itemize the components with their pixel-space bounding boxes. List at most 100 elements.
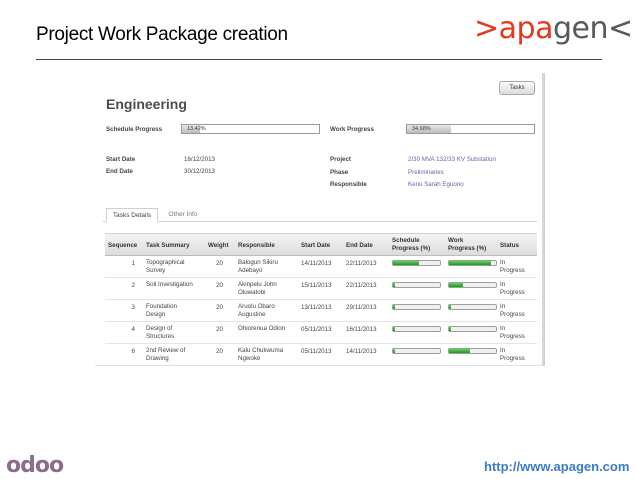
schedule-progress-cell	[392, 304, 441, 310]
col-status[interactable]: Status	[500, 242, 519, 250]
work-package-form: Tasks Engineering Schedule Progress 13.4…	[95, 73, 545, 366]
cell-responsible-line1: Ohiorenua Odion	[238, 325, 286, 332]
cell-status-line2: Progress	[500, 267, 525, 274]
schedule-progress-label: Schedule Progress	[106, 126, 163, 133]
cell-weight: 20	[216, 304, 223, 311]
cell-start-date: 05/11/2013	[301, 348, 332, 355]
cell-task-line1: Foundation	[146, 303, 177, 310]
work-progress-label: Work Progress	[330, 126, 374, 133]
cell-status-line2: Progress	[500, 333, 525, 340]
cell-task-line1: 2nd Review of	[146, 347, 186, 354]
cell-start-date: 15/11/2013	[301, 282, 332, 289]
schedule-progress-cell-fill	[393, 327, 395, 331]
cell-status-line1: In	[500, 347, 506, 354]
table-row[interactable]: 3 Foundation Design 20 Aruolu Obaro Augustine…	[105, 300, 537, 322]
cell-task-line1: Topographical	[146, 259, 185, 266]
col-sequence[interactable]: Sequence	[108, 242, 137, 250]
cell-responsible-line2: Augustine	[238, 311, 266, 318]
apagen-logo: >apagen<	[474, 11, 633, 46]
cell-task-line2: Drawing	[146, 355, 169, 362]
table-header: Sequence Task Summary Weight Responsible…	[105, 233, 537, 256]
cell-responsible-line1: Akinpelu John	[238, 281, 277, 288]
footer-url[interactable]: http://www.apagen.com	[484, 459, 629, 474]
cell-end-date: 16/11/2013	[346, 326, 377, 333]
schedule-progress-cell-fill	[393, 305, 396, 309]
work-progress-cell-fill	[449, 261, 492, 265]
cell-responsible-line2: Ngwoke	[238, 355, 261, 362]
cell-responsible-line1: Balogun Sikiru	[238, 259, 278, 266]
cell-end-date: 14/11/2013	[346, 348, 377, 355]
responsible-label: Responsible	[330, 181, 367, 188]
table-row[interactable]: 6 2nd Review of Drawing 20 Kalu Chukwuma Ngwo…	[105, 344, 537, 365]
tab-other-info[interactable]: Other Info	[164, 208, 202, 222]
cell-status-line1: In	[500, 281, 506, 288]
cell-sequence: 6	[131, 348, 135, 355]
schedule-progress-cell-fill	[393, 283, 396, 287]
cell-end-date: 29/11/2013	[346, 304, 377, 311]
col-schedule-line1: Schedule	[392, 237, 420, 244]
phase-label: Phase	[330, 169, 349, 176]
cell-status-line2: Progress	[500, 289, 525, 296]
col-weight[interactable]: Weight	[208, 242, 229, 250]
cell-task-line2: Survey	[146, 267, 166, 274]
brand-part-1: >apa	[474, 11, 553, 46]
col-work-progress[interactable]: Work Progress (%)	[448, 237, 486, 252]
end-date-label: End Date	[106, 168, 133, 175]
work-progress-cell-fill	[449, 349, 471, 353]
table-row[interactable]: 2 Soil Investigation 20 Akinpelu John Oluwat…	[105, 278, 537, 300]
cell-start-date: 14/11/2013	[301, 260, 332, 267]
cell-task-line1: Soil Investigation	[146, 281, 193, 288]
project-link[interactable]: 2/30 MVA 132/33 KV Substation	[408, 156, 496, 163]
work-progress-cell-fill	[449, 327, 451, 331]
tasks-table: Sequence Task Summary Weight Responsible…	[105, 233, 537, 365]
form-title: Engineering	[106, 96, 187, 112]
work-progress-cell	[448, 304, 497, 310]
cell-responsible-line2: Adebayo	[238, 267, 263, 274]
schedule-progress-cell	[392, 326, 441, 332]
cell-status-line2: Progress	[500, 311, 525, 318]
cell-responsible-line1: Aruolu Obaro	[238, 303, 275, 310]
table-body: 1 Topographical Survey 20 Balogun Sikiru Adeb…	[105, 256, 537, 365]
cell-status-line1: In	[500, 325, 506, 332]
col-task-summary[interactable]: Task Summary	[146, 242, 190, 250]
brand-part-2: gen<	[552, 11, 633, 46]
work-progress-cell	[448, 260, 497, 266]
col-schedule-progress[interactable]: Schedule Progress (%)	[392, 237, 430, 252]
col-responsible[interactable]: Responsible	[238, 242, 275, 250]
start-date-value: 16/12/2013	[184, 156, 215, 163]
work-progress-value: 34.68%	[412, 126, 431, 132]
work-progress-cell-fill	[449, 283, 464, 287]
phase-link[interactable]: Preliminaries	[408, 169, 444, 176]
work-progress-cell	[448, 326, 497, 332]
cell-task-line2: Design	[146, 311, 166, 318]
cell-task-line2: Structures	[146, 333, 175, 340]
cell-sequence: 3	[131, 304, 135, 311]
cell-status-line1: In	[500, 259, 506, 266]
schedule-progress-value: 13.42%	[187, 126, 206, 132]
cell-end-date: 22/11/2013	[346, 260, 377, 267]
col-work-line2: Progress (%)	[448, 244, 487, 252]
schedule-progress-cell	[392, 348, 441, 354]
col-start-date[interactable]: Start Date	[301, 242, 330, 250]
odoo-logo: odoo	[6, 453, 64, 478]
title-divider	[36, 59, 602, 60]
cell-weight: 20	[216, 260, 223, 267]
col-work-line1: Work	[448, 237, 464, 244]
tasks-button[interactable]: Tasks	[499, 81, 535, 95]
responsible-link[interactable]: Kenu Sarah Eguono	[408, 181, 464, 188]
table-row[interactable]: 4 Design of Structures 20 Ohiorenua Odion 05/…	[105, 322, 537, 344]
cell-weight: 20	[216, 282, 223, 289]
cell-sequence: 2	[131, 282, 135, 289]
schedule-progress-cell	[392, 282, 441, 288]
cell-start-date: 13/11/2013	[301, 304, 332, 311]
cell-start-date: 05/11/2013	[301, 326, 332, 333]
cell-sequence: 4	[131, 326, 135, 333]
work-progress-cell-fill	[449, 305, 451, 309]
work-progress-cell	[448, 348, 497, 354]
tab-tasks-details[interactable]: Tasks Details	[106, 208, 158, 222]
col-end-date[interactable]: End Date	[346, 242, 373, 250]
work-progress-bar: 34.68%	[406, 124, 535, 134]
table-row[interactable]: 1 Topographical Survey 20 Balogun Sikiru Adeb…	[105, 256, 537, 278]
slide-title: Project Work Package creation	[36, 24, 288, 45]
cell-status-line1: In	[500, 303, 506, 310]
